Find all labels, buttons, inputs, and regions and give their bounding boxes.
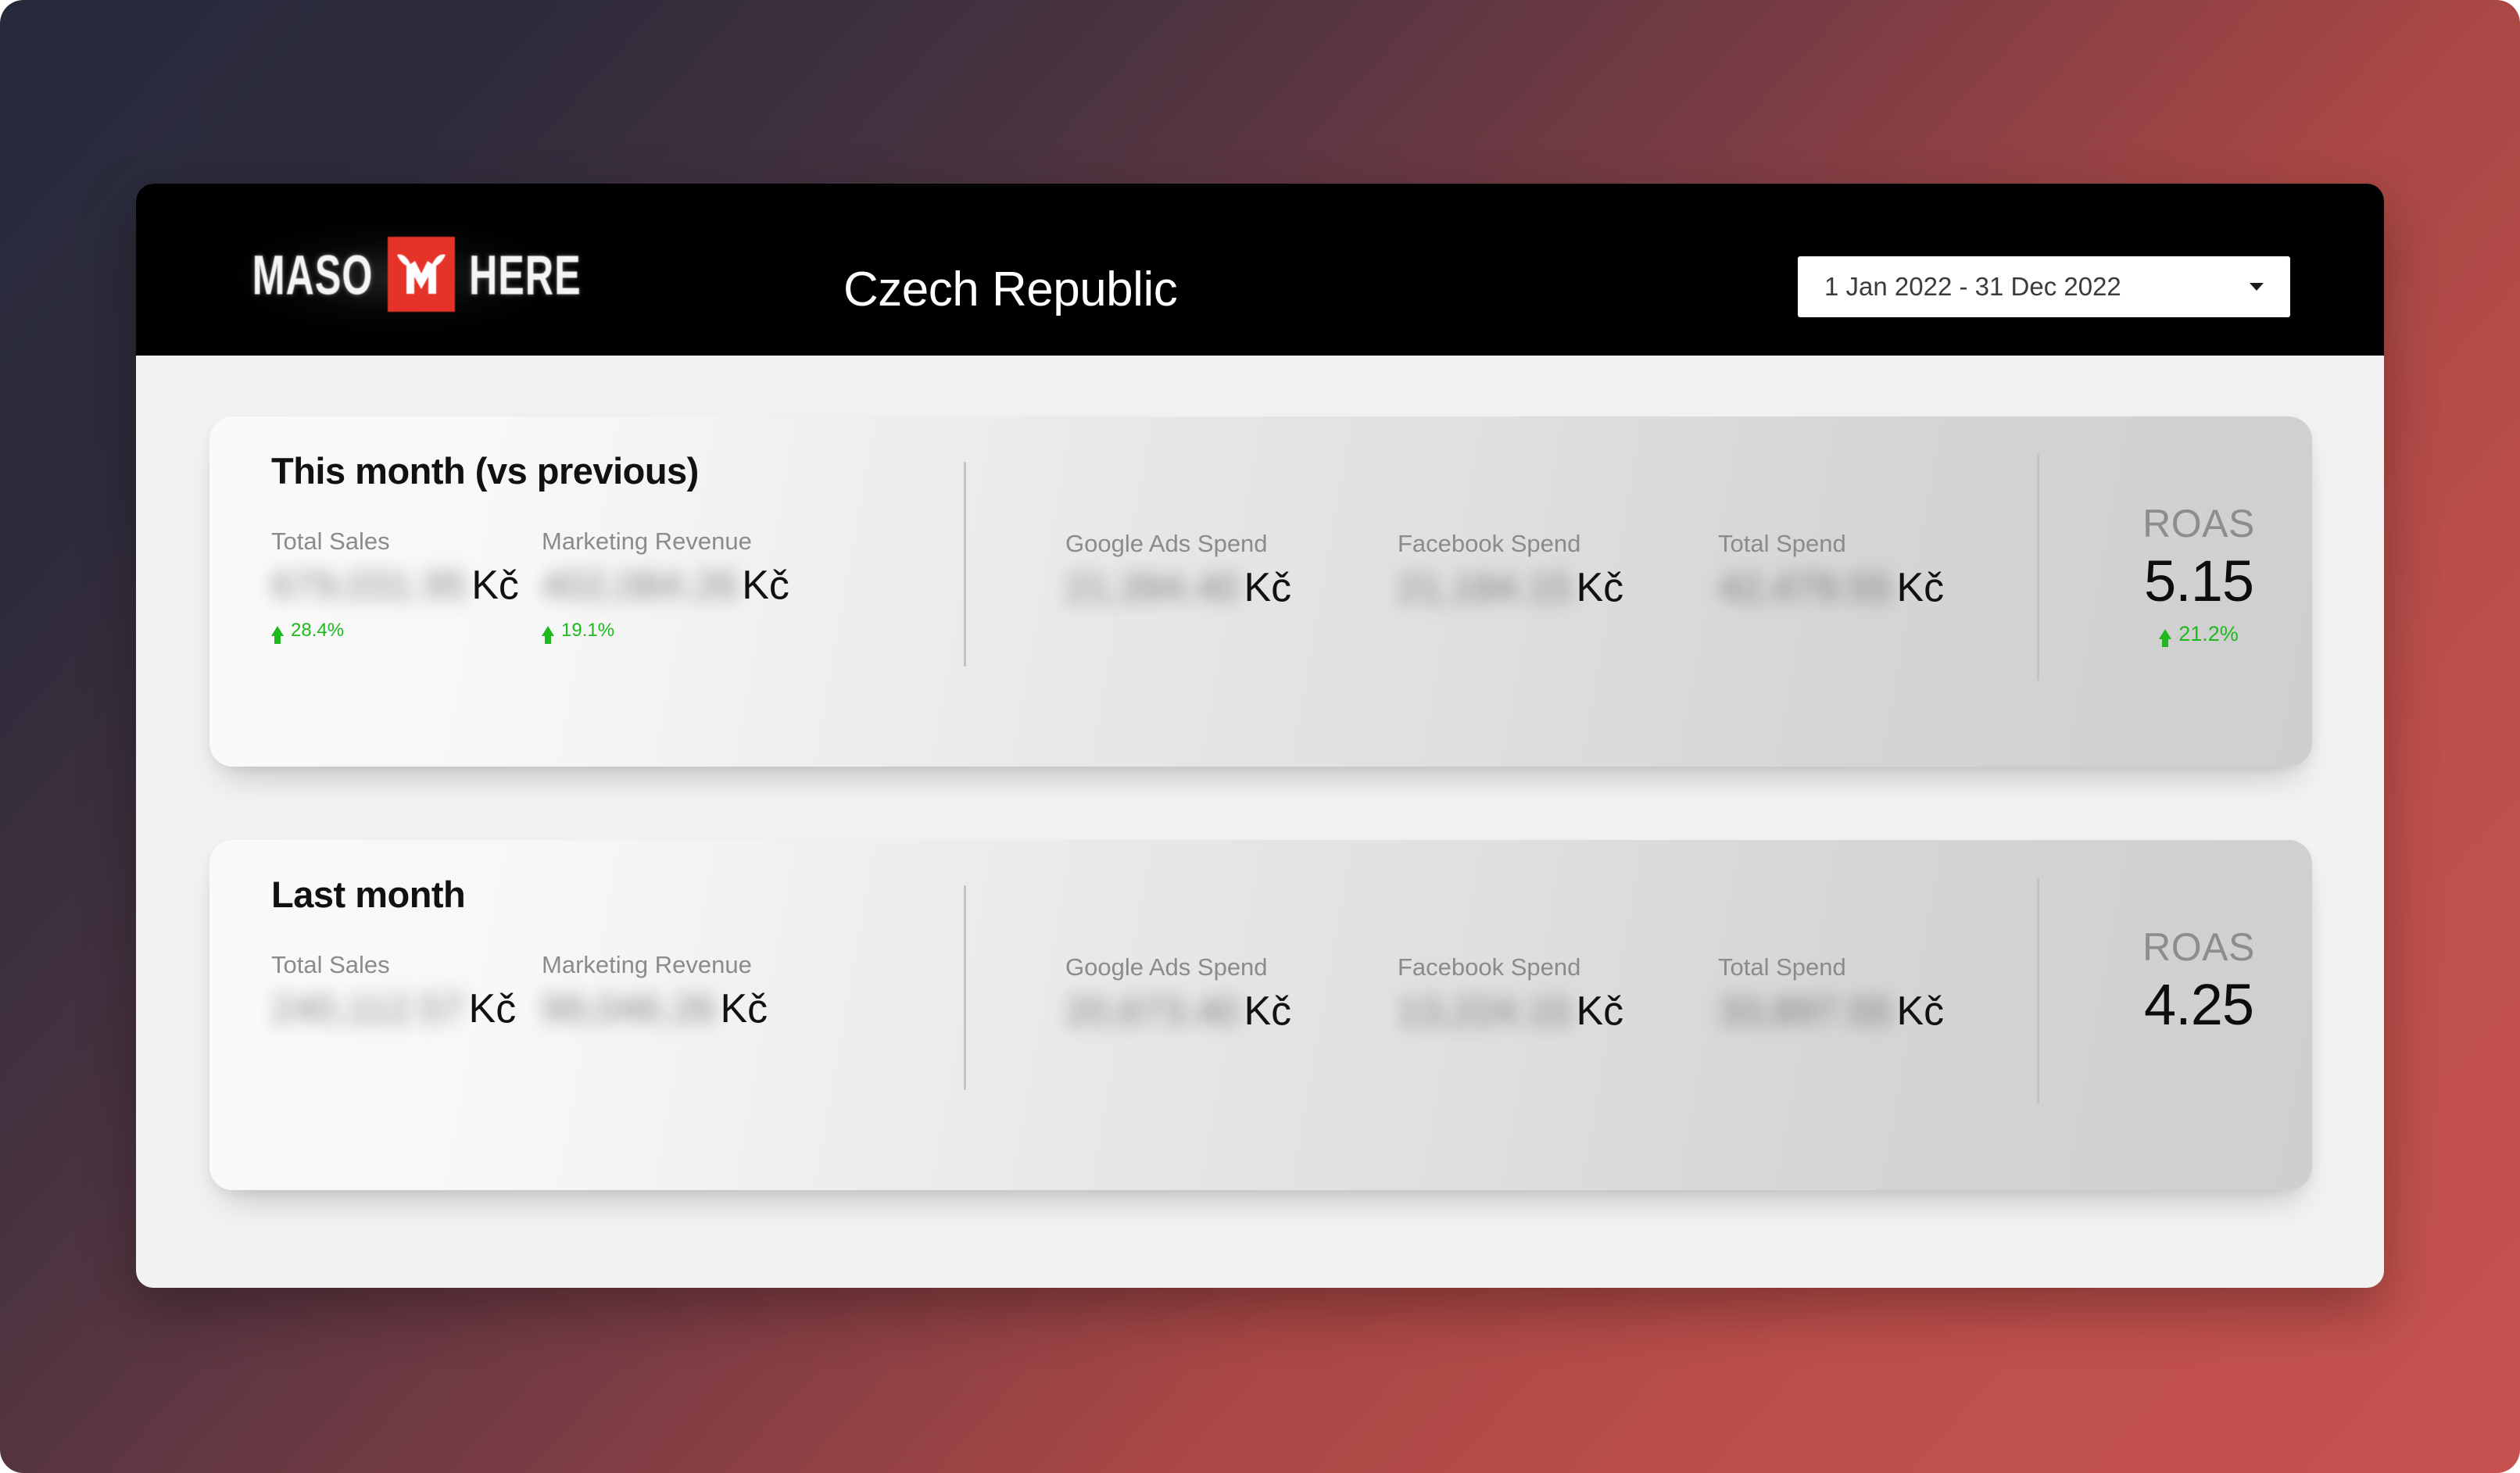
metric-currency: Kč — [471, 563, 519, 608]
metric-total-spend: Total Spend 42,479.55 Kč — [1718, 530, 1944, 611]
arrow-up-icon — [2159, 629, 2172, 647]
metric-group: Total Sales 679,031.95 Kč 28.4% Marketin… — [209, 417, 2312, 767]
roas-block: ROAS 5.15 21.2% — [2070, 501, 2328, 647]
chevron-down-icon — [2250, 283, 2264, 291]
metric-value: 13,224.15 — [1398, 989, 1572, 1033]
metric-marketing-revenue: Marketing Revenue 99,046.26 Kč — [542, 951, 768, 1032]
metric-label: Total Sales — [271, 527, 390, 555]
metric-value: 679,031.95 — [271, 563, 467, 607]
dashboard-content: This month (vs previous) Total Sales 679… — [136, 356, 2384, 1288]
metric-label: Facebook Spend — [1398, 530, 1581, 557]
metric-value-row: 679,031.95 Kč — [271, 562, 519, 609]
logo-word-right: HERE — [468, 242, 582, 306]
roas-divider — [2037, 878, 2039, 1104]
metric-label: Marketing Revenue — [542, 951, 752, 978]
metric-delta: 28.4% — [271, 620, 519, 644]
metric-currency: Kč — [720, 986, 768, 1031]
roas-value: 5.15 — [2143, 549, 2254, 613]
metric-label: Google Ads Spend — [1065, 953, 1268, 981]
metric-label: Total Sales — [271, 951, 390, 978]
metric-currency: Kč — [468, 986, 517, 1031]
metric-value-row: 99,046.26 Kč — [542, 985, 768, 1032]
metric-value: 21,184.15 — [1398, 566, 1572, 610]
metric-label: Total Spend — [1718, 953, 1846, 981]
metric-value-row: 21,394.40 Kč — [1065, 564, 1291, 611]
metric-value-row: 21,184.15 Kč — [1398, 564, 1623, 611]
metric-label: Facebook Spend — [1398, 953, 1581, 981]
metric-group: Total Sales 240,112.57 Kč Marketing Reve… — [209, 840, 2312, 1190]
metric-facebook-spend: Facebook Spend 21,184.15 Kč — [1398, 530, 1623, 611]
roas-delta: 21.2% — [2070, 622, 2328, 647]
metric-label: Marketing Revenue — [542, 527, 752, 555]
date-range-picker[interactable]: 1 Jan 2022 - 31 Dec 2022 — [1798, 256, 2290, 317]
roas-value: 4.25 — [2143, 972, 2254, 1037]
metric-currency: Kč — [1896, 989, 1945, 1034]
card-last-month: Last month Total Sales 240,112.57 Kč Mar… — [209, 840, 2312, 1190]
section-divider — [964, 885, 966, 1090]
metric-value: 240,112.57 — [271, 987, 464, 1031]
arrow-up-icon — [271, 625, 284, 644]
metric-google-ads-spend: Google Ads Spend 21,394.40 Kč — [1065, 530, 1291, 611]
metric-currency: Kč — [1576, 565, 1624, 610]
metric-facebook-spend: Facebook Spend 13,224.15 Kč — [1398, 953, 1623, 1035]
metric-value: 20,673.40 — [1065, 989, 1240, 1033]
logo-word-left: MASO — [252, 242, 374, 306]
metric-value-row: 402,084.26 Kč — [542, 562, 789, 609]
metric-google-ads-spend: Google Ads Spend 20,673.40 Kč — [1065, 953, 1291, 1035]
app-header: MASO HERE Czech Republic 1 Jan 2022 - 31… — [136, 184, 2384, 356]
roas-label: ROAS — [2142, 925, 2255, 969]
metric-value-row: 13,224.15 Kč — [1398, 988, 1623, 1035]
metric-total-spend: Total Spend 33,897.55 Kč — [1718, 953, 1944, 1035]
metric-value-row: 33,897.55 Kč — [1718, 988, 1944, 1035]
metric-label: Google Ads Spend — [1065, 530, 1268, 557]
metric-value-row: 20,673.40 Kč — [1065, 988, 1291, 1035]
metric-label: Total Spend — [1718, 530, 1846, 557]
metric-currency: Kč — [1576, 989, 1624, 1034]
roas-block: ROAS 4.25 — [2070, 924, 2328, 1038]
roas-divider — [2037, 454, 2039, 681]
app-panel: MASO HERE Czech Republic 1 Jan 2022 - 31… — [136, 184, 2384, 1288]
metric-value: 33,897.55 — [1718, 989, 1892, 1033]
metric-value: 99,046.26 — [542, 987, 716, 1031]
bull-head-m-icon — [388, 237, 455, 312]
roas-label: ROAS — [2142, 502, 2255, 545]
metric-marketing-revenue: Marketing Revenue 402,084.26 Kč 19.1% — [542, 527, 789, 644]
date-range-value: 1 Jan 2022 - 31 Dec 2022 — [1824, 272, 2121, 301]
roas-delta-value: 21.2% — [2178, 622, 2239, 645]
metric-value: 402,084.26 — [542, 563, 738, 607]
metric-delta-value: 19.1% — [561, 620, 615, 641]
metric-currency: Kč — [742, 563, 789, 608]
metric-value-row: 240,112.57 Kč — [271, 985, 516, 1032]
metric-delta-value: 28.4% — [291, 620, 345, 641]
metric-total-sales: Total Sales 240,112.57 Kč — [271, 951, 516, 1032]
metric-currency: Kč — [1244, 989, 1292, 1034]
metric-value: 42,479.55 — [1718, 566, 1892, 610]
metric-total-sales: Total Sales 679,031.95 Kč 28.4% — [271, 527, 519, 644]
arrow-up-icon — [542, 625, 554, 644]
brand-logo[interactable]: MASO HERE — [224, 218, 588, 335]
section-divider — [964, 462, 966, 667]
metric-value-row: 42,479.55 Kč — [1718, 564, 1944, 611]
metric-currency: Kč — [1896, 565, 1945, 610]
metric-value: 21,394.40 — [1065, 566, 1240, 610]
page-title: Czech Republic — [843, 263, 1178, 316]
metric-currency: Kč — [1244, 565, 1292, 610]
metric-delta: 19.1% — [542, 620, 789, 644]
card-this-month: This month (vs previous) Total Sales 679… — [209, 417, 2312, 767]
